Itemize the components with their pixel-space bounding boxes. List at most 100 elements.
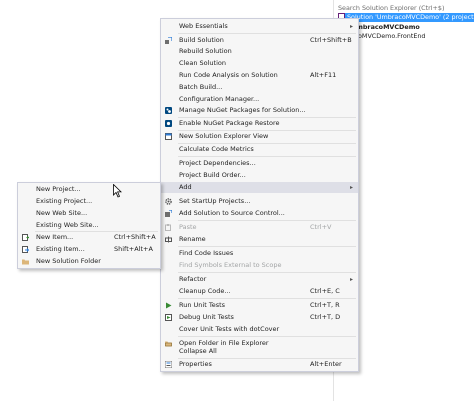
- menu-item-label: Paste: [179, 222, 197, 233]
- menu-item-find-symbols-external[interactable]: Find Symbols External to Scope: [161, 260, 358, 271]
- menu-item-shortcut: Ctrl+T, D: [310, 312, 340, 323]
- menu-item-run-code-analysis[interactable]: Run Code Analysis on Solution Alt+F11: [161, 70, 358, 81]
- menu-item-shortcut: Ctrl+Shift+A: [114, 232, 156, 243]
- menu-separator: [178, 336, 356, 337]
- menu-item-find-code-issues[interactable]: Find Code Issues: [161, 248, 358, 259]
- menu-item-label: Web Essentials: [179, 21, 228, 32]
- menu-item-label: Build Solution: [179, 35, 224, 46]
- solution-explorer-search-input[interactable]: Search Solution Explorer (Ctrl+$): [336, 3, 473, 13]
- menu-item-shortcut: Alt+F11: [310, 70, 336, 81]
- menu-item-label: Project Build Order...: [179, 170, 246, 181]
- menu-item-label: Debug Unit Tests: [179, 312, 234, 323]
- menu-item-rename[interactable]: Rename: [161, 234, 358, 245]
- menu-item-new-solution-explorer-view[interactable]: New Solution Explorer View: [161, 131, 358, 142]
- source-control-icon: [165, 210, 172, 217]
- new-item-icon: [22, 234, 29, 241]
- menu-item-rebuild-solution[interactable]: Rebuild Solution: [161, 46, 358, 57]
- submenu-arrow-icon: ▸: [350, 21, 353, 32]
- menu-item-label: New Item...: [36, 232, 73, 243]
- menu-item-project-build-order[interactable]: Project Build Order...: [161, 170, 358, 181]
- menu-item-shortcut: Ctrl+E, C: [310, 286, 340, 297]
- menu-item-label: Project Dependencies...: [179, 158, 256, 169]
- build-icon: [165, 37, 172, 44]
- menu-item-add[interactable]: Add ▸: [161, 182, 358, 193]
- menu-item-configuration-manager[interactable]: Configuration Manager...: [161, 94, 358, 105]
- menu-item-label: Find Code Issues: [179, 248, 233, 259]
- menu-item-clean-solution[interactable]: Clean Solution: [161, 58, 358, 69]
- menu-item-label: Calculate Code Metrics: [179, 144, 254, 155]
- menu-item-set-startup-projects[interactable]: Set StartUp Projects...: [161, 196, 358, 207]
- menu-item-label: Batch Build...: [179, 82, 222, 93]
- menu-item-paste[interactable]: Paste Ctrl+V: [161, 222, 358, 233]
- menu-separator: [178, 298, 356, 299]
- menu-item-label: Existing Project...: [36, 196, 92, 207]
- menu-item-run-unit-tests[interactable]: Run Unit Tests Ctrl+T, R: [161, 300, 358, 311]
- menu-item-label: Cover Unit Tests with dotCover: [179, 324, 279, 335]
- menu-separator: [178, 272, 356, 273]
- menu-item-add-to-source-control[interactable]: Add Solution to Source Control...: [161, 208, 358, 219]
- menu-item-calculate-code-metrics[interactable]: Calculate Code Metrics: [161, 144, 358, 155]
- menu-item-shortcut: Alt+Enter: [310, 359, 342, 370]
- menu-item-cover-unit-tests-dotcover[interactable]: Cover Unit Tests with dotCover: [161, 324, 358, 335]
- menu-item-collapse-all[interactable]: Collapse All: [161, 346, 358, 357]
- submenu-item-new-item[interactable]: New Item... Ctrl+Shift+A: [18, 232, 160, 243]
- menu-item-label: Run Unit Tests: [179, 300, 225, 311]
- properties-icon: [165, 361, 172, 368]
- menu-item-manage-nuget[interactable]: Manage NuGet Packages for Solution...: [161, 105, 358, 116]
- menu-item-label: Enable NuGet Package Restore: [179, 118, 280, 129]
- menu-item-batch-build[interactable]: Batch Build...: [161, 82, 358, 93]
- menu-item-web-essentials[interactable]: Web Essentials ▸: [161, 21, 358, 32]
- submenu-item-new-web-site[interactable]: New Web Site...: [18, 208, 160, 219]
- add-submenu: New Project... Existing Project... New W…: [17, 182, 161, 269]
- solution-folder-icon: [22, 258, 29, 265]
- menu-item-debug-unit-tests[interactable]: Debug Unit Tests Ctrl+T, D: [161, 312, 358, 323]
- rename-icon: [165, 236, 172, 243]
- menu-item-shortcut: Ctrl+V: [310, 222, 331, 233]
- nuget-restore-icon: [165, 120, 172, 127]
- menu-item-label: Add Solution to Source Control...: [179, 208, 285, 219]
- submenu-item-existing-project[interactable]: Existing Project...: [18, 196, 160, 207]
- submenu-item-new-project[interactable]: New Project...: [18, 184, 160, 195]
- menu-item-shortcut: Shift+Alt+A: [114, 244, 153, 255]
- solution-context-menu: Web Essentials ▸ Build Solution Ctrl+Shi…: [160, 18, 359, 372]
- menu-item-label: Existing Web Site...: [36, 220, 99, 231]
- menu-item-label: New Solution Folder: [36, 256, 101, 267]
- menu-item-label: Rebuild Solution: [179, 46, 232, 57]
- menu-item-label: Set StartUp Projects...: [179, 196, 250, 207]
- existing-item-icon: [22, 246, 29, 253]
- menu-item-label: Run Code Analysis on Solution: [179, 70, 278, 81]
- menu-separator: [178, 246, 356, 247]
- menu-item-properties[interactable]: Properties Alt+Enter: [161, 359, 358, 370]
- menu-item-shortcut: Ctrl+Shift+B: [310, 35, 352, 46]
- menu-item-label: Collapse All: [179, 346, 217, 357]
- submenu-item-new-solution-folder[interactable]: New Solution Folder: [18, 256, 160, 267]
- menu-separator: [178, 156, 356, 157]
- paste-icon: [165, 224, 172, 231]
- menu-separator: [178, 33, 356, 34]
- menu-item-build-solution[interactable]: Build Solution Ctrl+Shift+B: [161, 35, 358, 46]
- new-view-icon: [165, 133, 172, 140]
- menu-item-label: Manage NuGet Packages for Solution...: [179, 105, 306, 116]
- run-tests-icon: [165, 302, 172, 309]
- menu-item-label: Add: [179, 182, 192, 193]
- submenu-arrow-icon: ▸: [350, 182, 353, 193]
- menu-item-label: New Solution Explorer View: [179, 131, 268, 142]
- menu-item-label: Configuration Manager...: [179, 94, 259, 105]
- menu-item-cleanup-code[interactable]: Cleanup Code... Ctrl+E, C: [161, 286, 358, 297]
- mouse-cursor-icon: [113, 184, 122, 198]
- submenu-item-existing-web-site[interactable]: Existing Web Site...: [18, 220, 160, 231]
- menu-separator: [178, 220, 356, 221]
- project-node-label: UmbracoMVCDemo: [351, 23, 420, 31]
- menu-item-project-dependencies[interactable]: Project Dependencies...: [161, 158, 358, 169]
- menu-item-label: Find Symbols External to Scope: [179, 260, 281, 271]
- menu-item-label: Rename: [179, 234, 206, 245]
- gear-icon: [165, 198, 172, 205]
- menu-item-enable-nuget-restore[interactable]: Enable NuGet Package Restore: [161, 118, 358, 129]
- nuget-icon: [165, 107, 172, 114]
- submenu-item-existing-item[interactable]: Existing Item... Shift+Alt+A: [18, 244, 160, 255]
- solution-node-label: Solution 'UmbracoMVCDemo' (2 projects): [347, 13, 474, 21]
- menu-item-label: Clean Solution: [179, 58, 226, 69]
- menu-item-shortcut: Ctrl+T, R: [310, 300, 340, 311]
- menu-item-refactor[interactable]: Refactor ▸: [161, 274, 358, 285]
- menu-item-label: New Web Site...: [36, 208, 87, 219]
